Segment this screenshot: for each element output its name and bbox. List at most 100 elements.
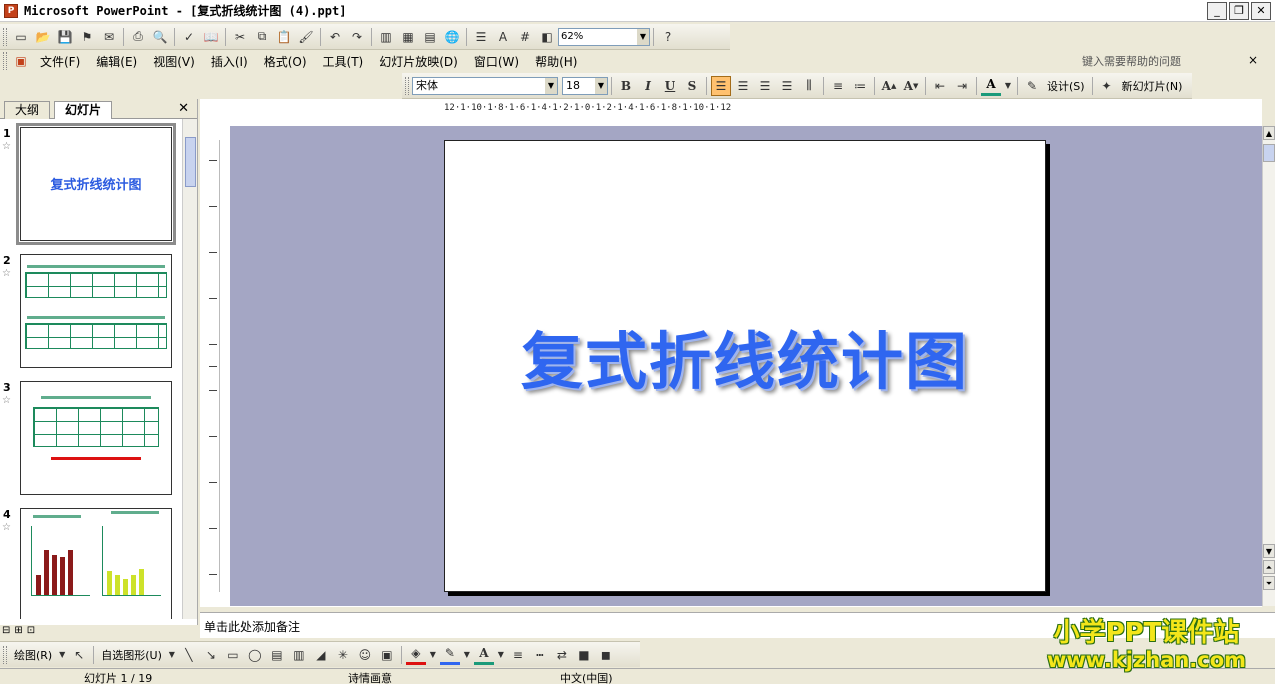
- menu-insert[interactable]: 插入(I): [203, 53, 256, 70]
- cut-icon[interactable]: ✂: [230, 27, 250, 47]
- arrow-icon[interactable]: ↘: [201, 645, 221, 665]
- help-icon[interactable]: ?: [658, 27, 678, 47]
- menu-tools[interactable]: 工具(T): [315, 53, 372, 70]
- rectangle-icon[interactable]: ▭: [223, 645, 243, 665]
- new-slide-button[interactable]: 新幻灯片(N): [1118, 78, 1187, 94]
- fill-color-icon[interactable]: ◈: [405, 645, 426, 665]
- close-icon[interactable]: ×: [1248, 53, 1258, 67]
- line-color-icon[interactable]: ✎: [439, 645, 460, 665]
- justify-icon[interactable]: ☰: [777, 76, 797, 96]
- design-button[interactable]: 设计(S): [1043, 78, 1089, 94]
- new-icon[interactable]: ▭: [11, 27, 31, 47]
- email-icon[interactable]: ✉: [99, 27, 119, 47]
- print-preview-icon[interactable]: 🔍: [150, 27, 170, 47]
- menu-view[interactable]: 视图(V): [145, 53, 203, 70]
- spelling-icon[interactable]: ✓: [179, 27, 199, 47]
- dash-style-icon[interactable]: ┅: [530, 645, 550, 665]
- line-style-icon[interactable]: ≡: [508, 645, 528, 665]
- shadow-style-icon[interactable]: ■: [574, 645, 594, 665]
- tab-slides[interactable]: 幻灯片: [54, 101, 113, 119]
- italic-button[interactable]: I: [638, 76, 658, 96]
- chevron-down-icon[interactable]: ▼: [57, 645, 67, 665]
- select-objects-icon[interactable]: ↖: [69, 645, 89, 665]
- chevron-up-icon[interactable]: ▲: [1263, 126, 1275, 140]
- redo-icon[interactable]: ↷: [347, 27, 367, 47]
- decrease-indent-icon[interactable]: ⇤: [930, 76, 950, 96]
- menu-format[interactable]: 格式(O): [256, 53, 315, 70]
- shadow-button[interactable]: S: [682, 76, 702, 96]
- textbox-icon[interactable]: ▤: [267, 645, 287, 665]
- vertical-textbox-icon[interactable]: ▥: [289, 645, 309, 665]
- copy-icon[interactable]: ⧉: [252, 27, 272, 47]
- 3d-style-icon[interactable]: ◼: [596, 645, 616, 665]
- font-size-select[interactable]: 18 ▼: [562, 76, 608, 95]
- oval-icon[interactable]: ◯: [245, 645, 265, 665]
- bullets-icon[interactable]: ≔: [850, 76, 870, 96]
- show-formatting-icon[interactable]: A: [493, 27, 513, 47]
- menu-slideshow[interactable]: 幻灯片放映(D): [371, 53, 466, 70]
- toolbar-grip[interactable]: [3, 645, 7, 664]
- save-icon[interactable]: 💾: [55, 27, 75, 47]
- slide-title[interactable]: 复式折线统计图: [445, 311, 1045, 401]
- chevron-down-icon[interactable]: ▼: [428, 645, 438, 665]
- align-center-icon[interactable]: ☰: [733, 76, 753, 96]
- chevron-down-icon[interactable]: ▼: [167, 645, 177, 665]
- tables-borders-icon[interactable]: ▤: [420, 27, 440, 47]
- chevron-down-icon[interactable]: ▼: [1263, 544, 1275, 558]
- permission-icon[interactable]: ⚑: [77, 27, 97, 47]
- next-slide-icon[interactable]: ⏷: [1263, 576, 1275, 590]
- hyperlink-icon[interactable]: 🌐: [442, 27, 462, 47]
- research-icon[interactable]: 📖: [201, 27, 221, 47]
- draw-menu-button[interactable]: 绘图(R): [10, 647, 56, 663]
- slide-scrollbar[interactable]: ▲ ▼ ⏶ ⏷: [1262, 126, 1275, 606]
- menu-window[interactable]: 窗口(W): [466, 53, 527, 70]
- font-color-icon[interactable]: A: [981, 76, 1001, 96]
- zoom-select[interactable]: 62% ▼: [558, 27, 650, 46]
- show-grid-icon[interactable]: #: [515, 27, 535, 47]
- picture-icon[interactable]: ▣: [377, 645, 397, 665]
- chevron-down-icon[interactable]: ▼: [496, 645, 506, 665]
- document-icon[interactable]: ▣: [11, 51, 31, 71]
- align-left-icon[interactable]: ☰: [711, 75, 731, 96]
- normal-view-icon[interactable]: ⊟: [2, 625, 10, 639]
- thumbnails-scrollbar[interactable]: [182, 119, 197, 619]
- menu-help[interactable]: 帮助(H): [527, 53, 585, 70]
- slide-sorter-icon[interactable]: ⊞: [14, 625, 22, 639]
- underline-button[interactable]: U: [660, 76, 680, 96]
- open-icon[interactable]: 📂: [33, 27, 53, 47]
- chevron-down-icon[interactable]: ▼: [462, 645, 472, 665]
- paste-icon[interactable]: 📋: [274, 27, 294, 47]
- scroll-thumb[interactable]: [1263, 144, 1275, 162]
- increase-font-icon[interactable]: A ▲: [879, 76, 899, 96]
- previous-slide-icon[interactable]: ⏶: [1263, 560, 1275, 574]
- arrow-style-icon[interactable]: ⇄: [552, 645, 572, 665]
- menu-grip[interactable]: [3, 52, 7, 70]
- slideshow-icon[interactable]: ⊡: [27, 625, 35, 639]
- numbering-icon[interactable]: ≡: [828, 76, 848, 96]
- undo-icon[interactable]: ↶: [325, 27, 345, 47]
- wordart-icon[interactable]: ◢: [311, 645, 331, 665]
- align-right-icon[interactable]: ☰: [755, 76, 775, 96]
- format-painter-icon[interactable]: 🖌: [296, 27, 316, 47]
- diagram-icon[interactable]: ✳: [333, 645, 353, 665]
- menu-edit[interactable]: 编辑(E): [88, 53, 145, 70]
- tab-outline[interactable]: 大纲: [4, 101, 51, 119]
- font-select[interactable]: 宋体 ▼: [412, 76, 558, 95]
- insert-chart-icon[interactable]: ▥: [376, 27, 396, 47]
- toolbar-grip[interactable]: [405, 76, 409, 95]
- menu-file[interactable]: 文件(F): [32, 53, 88, 70]
- new-slide-icon[interactable]: ✦: [1097, 76, 1117, 96]
- expand-all-icon[interactable]: ☰: [471, 27, 491, 47]
- current-slide[interactable]: 复式折线统计图: [444, 140, 1046, 592]
- close-icon[interactable]: ✕: [178, 101, 189, 116]
- close-button[interactable]: ✕: [1251, 2, 1271, 20]
- toolbar-grip[interactable]: [3, 27, 7, 46]
- distribute-icon[interactable]: ⫼: [799, 76, 819, 96]
- minimize-button[interactable]: _: [1207, 2, 1227, 20]
- increase-indent-icon[interactable]: ⇥: [952, 76, 972, 96]
- autoshapes-button[interactable]: 自选图形(U): [97, 647, 166, 663]
- color-grayscale-icon[interactable]: ◧: [537, 27, 557, 47]
- line-icon[interactable]: ╲: [179, 645, 199, 665]
- restore-button[interactable]: ❐: [1229, 2, 1249, 20]
- design-icon[interactable]: ✎: [1022, 76, 1042, 96]
